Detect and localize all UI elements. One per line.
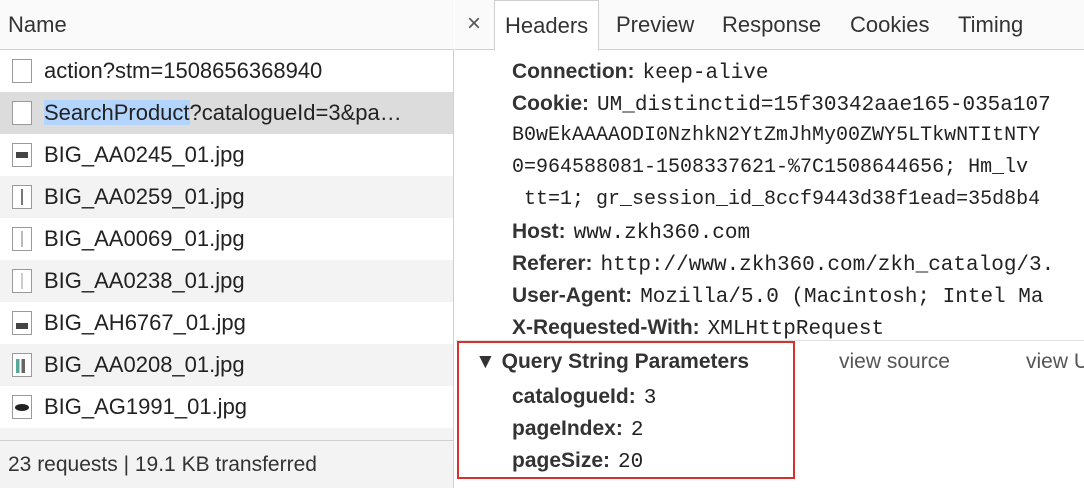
header-key: Host: <box>512 220 566 243</box>
image-thumbnail-icon <box>12 353 32 377</box>
header-cookie: Cookie: UM_distinctid=15f30342aae165-035a… <box>512 88 1051 120</box>
request-name: BIG_AA0069_01.jpg <box>44 226 245 251</box>
request-row[interactable]: BIG_AA0208_01.jpg <box>0 344 453 386</box>
request-name: action?stm=1508656368940 <box>44 58 323 83</box>
search-highlight: SearchProduct <box>44 100 190 125</box>
request-name: BIG_AA0259_01.jpg <box>44 184 245 209</box>
header-key: User-Agent: <box>512 284 633 307</box>
close-icon[interactable]: × <box>462 8 486 40</box>
request-row[interactable]: BIG_AH6767_01.jpg <box>0 302 453 344</box>
document-icon <box>12 59 32 83</box>
request-name: BIG_AH6767_01.jpg <box>44 310 246 335</box>
header-value: http://www.zkh360.com/zkh_catalog/3. <box>600 254 1055 277</box>
header-value: www.zkh360.com <box>573 222 751 245</box>
header-host: Host: www.zkh360.com <box>512 216 750 248</box>
name-column-header[interactable]: Name <box>0 0 454 50</box>
request-row[interactable]: BIG_AA0069_01.jpg <box>0 218 453 260</box>
image-thumbnail-icon <box>12 227 32 251</box>
request-row-selected[interactable]: SearchProduct?catalogueId=3&pa… <box>0 92 453 134</box>
request-row[interactable]: BIG_AA0259_01.jpg <box>0 176 453 218</box>
header-key: X-Requested-With: <box>512 316 700 339</box>
image-thumbnail-icon <box>12 185 32 209</box>
header-value: Mozilla/5.0 (Macintosh; Intel Ma <box>640 286 1044 309</box>
tab-cookies[interactable]: Cookies <box>840 0 939 50</box>
request-name: SearchProduct?catalogueId=3&pa… <box>44 100 402 125</box>
annotation-highlight-box <box>457 341 795 479</box>
header-user-agent: User-Agent: Mozilla/5.0 (Macintosh; Intel… <box>512 280 1043 312</box>
image-thumbnail-icon <box>12 269 32 293</box>
request-row[interactable]: action?stm=1508656368940 <box>0 50 453 92</box>
view-url-encoded-link[interactable]: view U <box>1026 346 1084 378</box>
request-name: BIG_AA0245_01.jpg <box>44 142 245 167</box>
request-name: BIG_AA0208_01.jpg <box>44 352 245 377</box>
request-row-partial[interactable] <box>0 428 453 440</box>
request-row[interactable]: BIG_AA0245_01.jpg <box>0 134 453 176</box>
cookie-continuation: B0wEkAAAAODI0NzhkN2YtZmJhMy00ZWY5LTkwNTI… <box>512 124 1041 147</box>
cookie-continuation: tt=1; gr_session_id_8ccf9443d38f1ead=35d… <box>512 188 1041 211</box>
cookie-continuation: 0=964588081-1508337621-%7C1508644656; Hm… <box>512 156 1029 179</box>
header-value: keep-alive <box>642 62 769 85</box>
header-key: Connection: <box>512 60 635 83</box>
request-name: BIG_AA0238_01.jpg <box>44 268 245 293</box>
tab-headers[interactable]: Headers <box>494 0 600 51</box>
image-thumbnail-icon <box>12 395 32 419</box>
status-summary: 23 requests | 19.1 KB transferred <box>0 440 453 488</box>
view-source-link[interactable]: view source <box>839 346 950 378</box>
document-icon <box>12 101 32 125</box>
header-value: XMLHttpRequest <box>707 318 885 341</box>
tab-response[interactable]: Response <box>712 0 831 50</box>
header-connection: Connection: keep-alive <box>512 56 769 88</box>
image-thumbnail-icon <box>12 143 32 167</box>
request-row[interactable]: BIG_AA0238_01.jpg <box>0 260 453 302</box>
header-value: UM_distinctid=15f30342aae165-035a107 <box>597 94 1051 117</box>
tab-timing[interactable]: Timing <box>948 0 1033 50</box>
header-referer: Referer: http://www.zkh360.com/zkh_catalo… <box>512 248 1054 280</box>
header-key: Cookie: <box>512 92 590 115</box>
request-row[interactable]: BIG_AG1991_01.jpg <box>0 386 453 428</box>
header-key: Referer: <box>512 252 593 275</box>
tab-preview[interactable]: Preview <box>606 0 704 50</box>
image-thumbnail-icon <box>12 311 32 335</box>
request-name: BIG_AG1991_01.jpg <box>44 394 248 419</box>
